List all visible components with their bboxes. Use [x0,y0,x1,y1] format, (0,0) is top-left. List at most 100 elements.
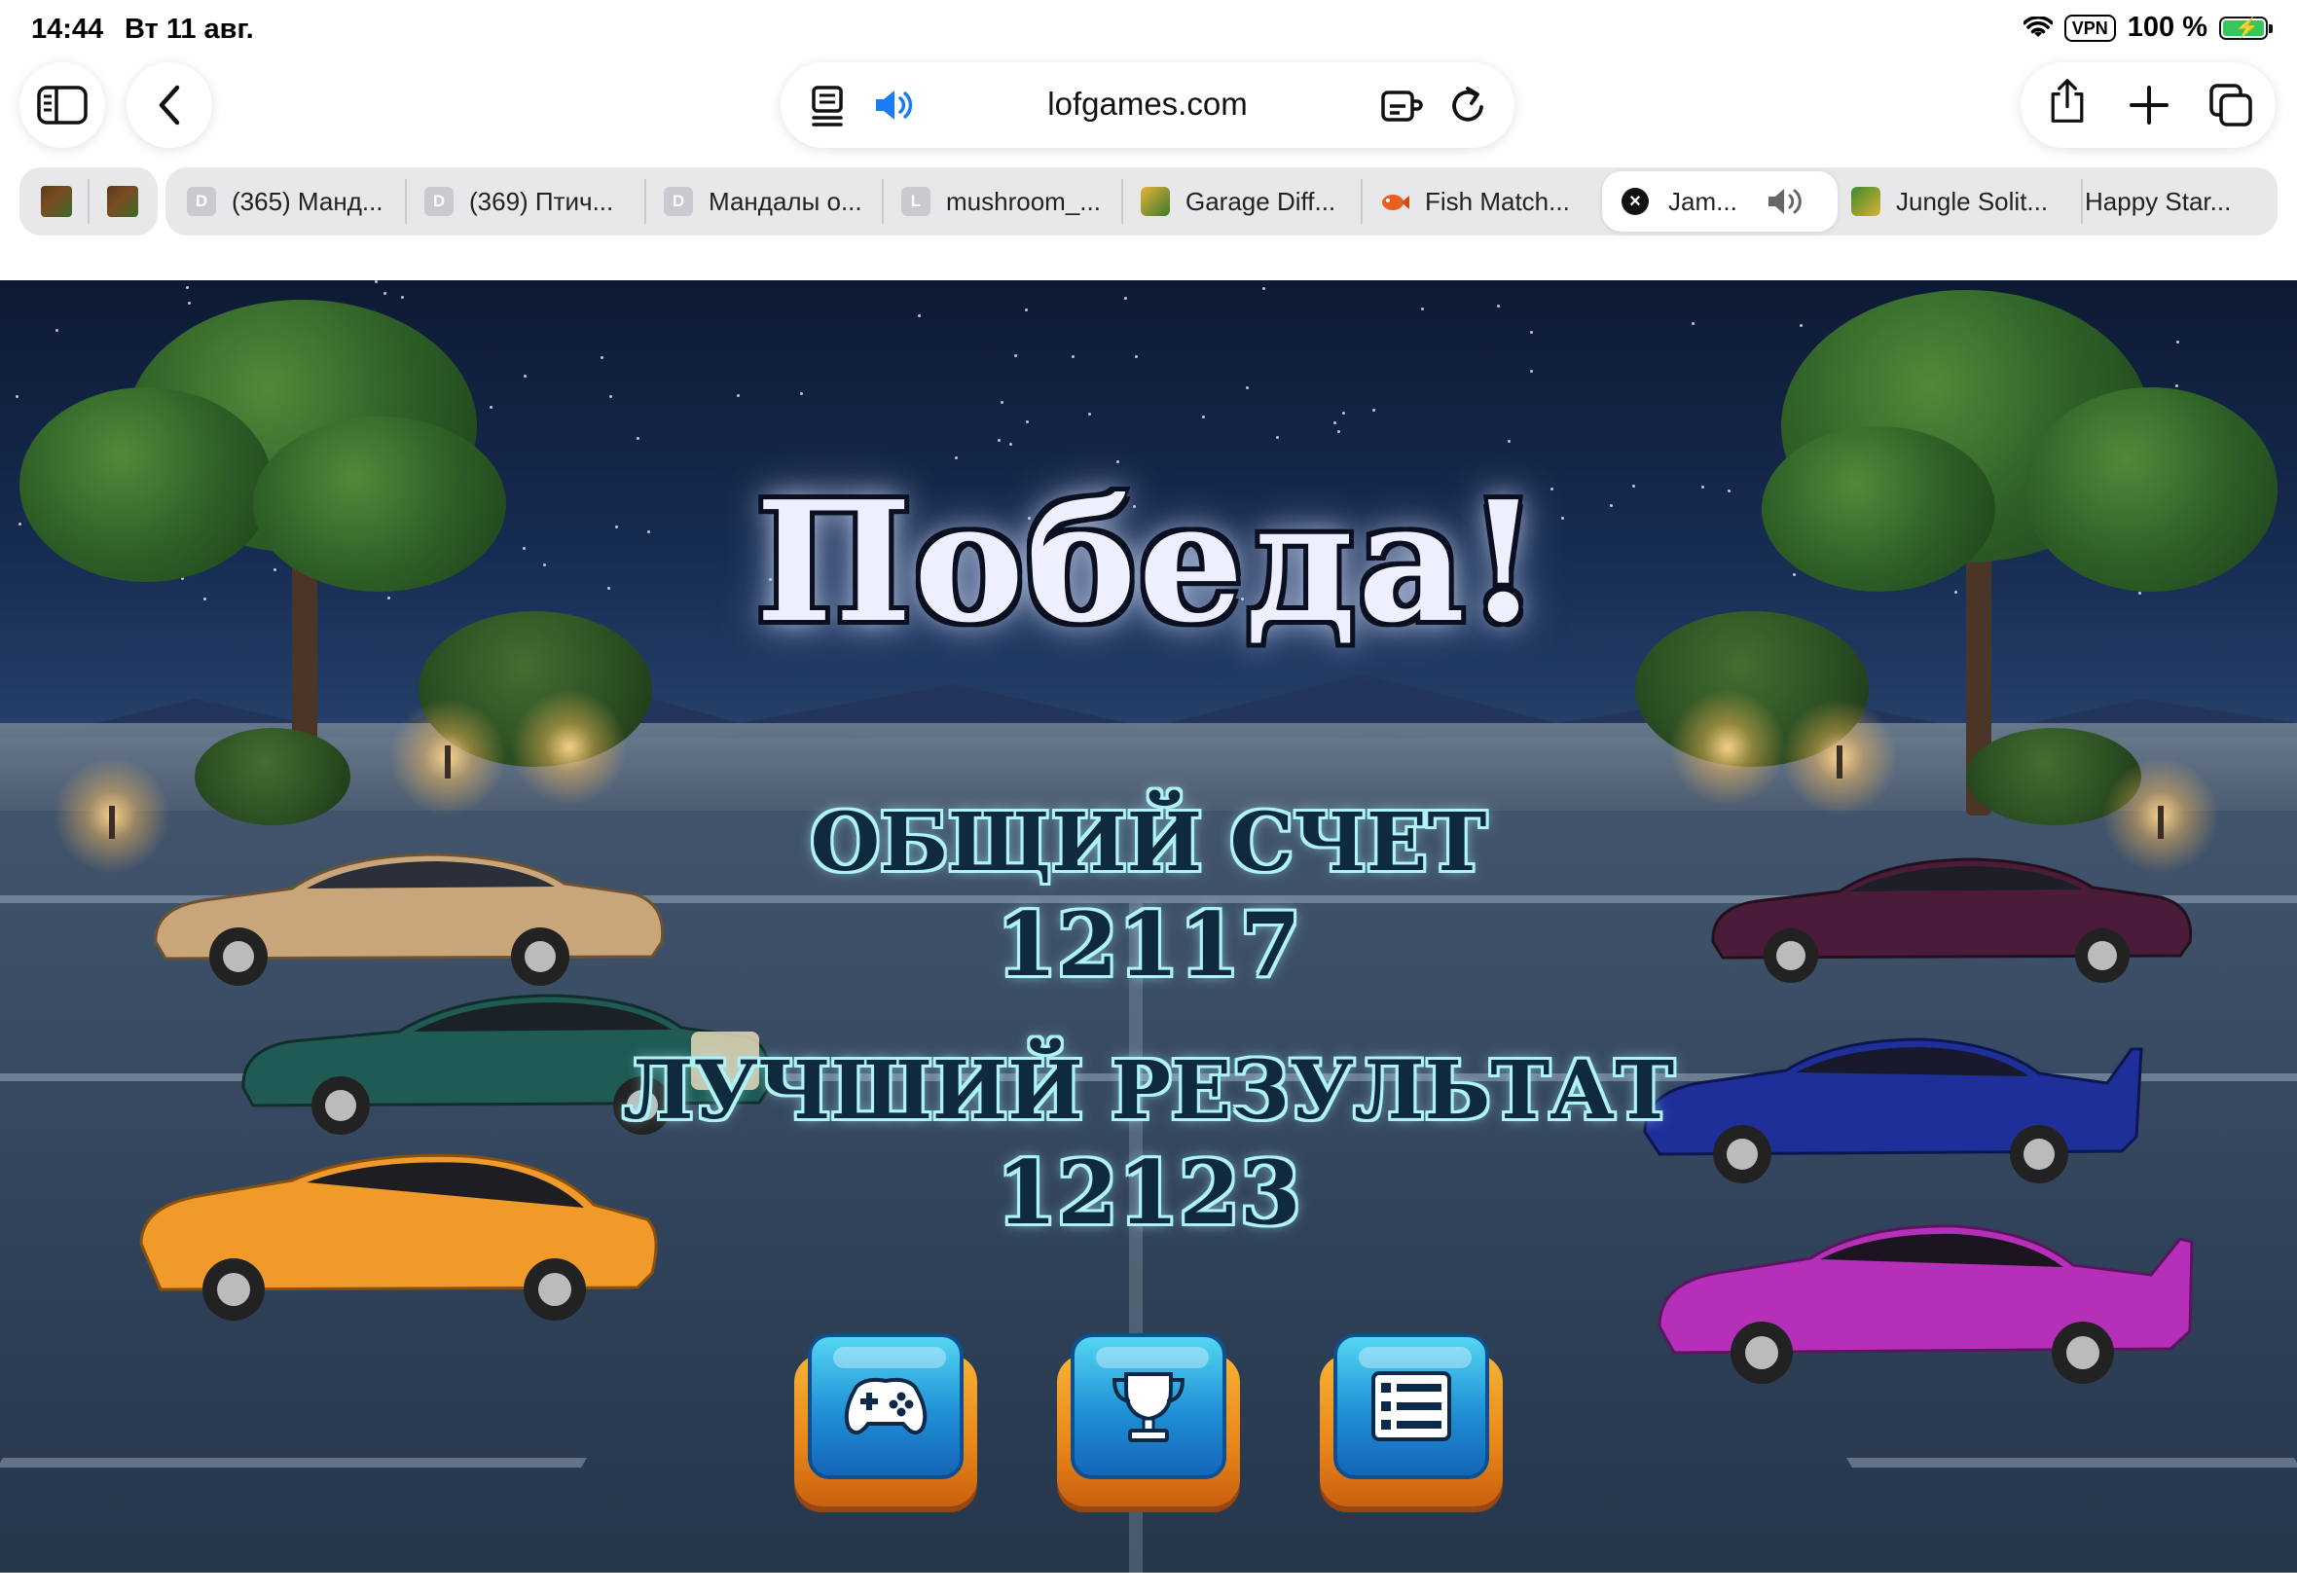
tab-1[interactable]: D (365) Манд... [187,167,401,236]
pinned-tab-1-icon[interactable] [41,186,72,217]
tab-2[interactable]: D (369) Птич... [424,167,638,236]
star [1342,412,1345,415]
star [800,392,803,395]
chevron-left-icon [159,85,180,126]
sidebar-icon [37,86,88,125]
star [737,394,740,397]
tab-label: Fish Match... [1425,186,1570,216]
star [1333,421,1336,424]
star [1014,354,1017,357]
star [998,439,1001,442]
star [524,375,527,378]
wifi-icon [2023,16,2053,37]
game-canvas[interactable]: Победа! ОБЩИЙ СЧЕТ 12117 ЛУЧШИЙ РЕЗУЛЬТА… [0,280,2297,1573]
close-tab-icon[interactable]: × [1622,188,1649,215]
tab-favicon-icon: D [664,187,693,216]
star [383,292,386,295]
toolbar-right-group [2021,62,2276,148]
star [1025,308,1028,311]
star [186,286,189,289]
victory-title: Победа! [755,465,1542,660]
tab-label: Jungle Solit... [1896,186,2049,216]
star [1276,436,1279,439]
star [375,280,378,283]
star [1800,324,1803,327]
status-date: Вт 11 авг. [125,14,254,45]
star [1246,386,1249,389]
extension-icon[interactable] [1378,82,1425,128]
tab-favicon-icon: L [901,187,930,216]
star [1072,355,1075,358]
address-bar[interactable]: lofgames.com [781,62,1514,148]
best-score-value: 12123 [996,1142,1301,1245]
tab-4[interactable]: L mushroom_... [901,167,1115,236]
star [1530,370,1533,373]
star [1009,443,1012,446]
star [1202,416,1205,418]
tab-strip: D (365) Манд... D (369) Птич... D Мандал… [165,167,2278,236]
jungle-favicon-icon [1851,187,1880,216]
star [2176,341,2179,344]
status-time: 14:44 [31,14,104,45]
reload-icon[interactable] [1444,82,1491,128]
star [1116,460,1119,463]
tab-5[interactable]: Garage Diff... [1141,167,1355,236]
play-again-button[interactable] [794,1333,977,1506]
star [1530,331,1533,334]
star [490,406,492,409]
garage-favicon-icon [1141,187,1170,216]
status-right: VPN 100 % ⚡ [2023,12,2273,44]
tab-label: Happy Star... [2085,186,2232,216]
pinned-tab-2-icon[interactable] [107,186,138,217]
menu-button[interactable] [1320,1333,1503,1506]
pinned-tabs [19,167,158,236]
share-icon[interactable] [2044,78,2091,125]
star [1135,355,1138,358]
tab-active[interactable]: × Jam... [1602,171,1838,232]
tab-audio-icon[interactable] [1766,185,1808,218]
tab-label: Мандалы о... [709,186,862,216]
star [1088,413,1091,416]
tab-label: mushroom_... [946,186,1101,216]
star [188,302,191,305]
total-score-label: ОБЩИЙ СЧЕТ [810,796,1487,889]
trophy-icon [1112,1372,1185,1442]
star [401,296,404,299]
tab-6[interactable]: Fish Match... [1380,167,1594,236]
vpn-badge: VPN [2063,14,2116,42]
star [609,395,612,398]
gamepad-icon [844,1377,928,1435]
menu-list-icon [1371,1371,1451,1441]
tab-favicon-icon: D [424,187,454,216]
tab-favicon-icon: D [187,187,216,216]
star [1372,409,1375,412]
battery-charging-icon: ⚡ [2219,16,2273,40]
star [637,437,639,440]
star [1692,322,1695,325]
tab-8[interactable]: Jungle Solit... [1851,167,2093,236]
star [1026,420,1029,423]
total-score-value: 12117 [996,893,1301,997]
tabs-overview-icon[interactable] [2207,82,2254,128]
star [1001,401,1003,404]
star [1337,430,1340,433]
star [1508,440,1511,443]
tab-label: (365) Манд... [232,186,383,216]
tab-9[interactable]: Happy Star... [2085,167,2270,236]
star [1421,308,1424,310]
star [955,456,958,459]
star [55,329,58,332]
leaderboard-button[interactable] [1057,1333,1240,1506]
sidebar-button[interactable] [19,62,105,148]
new-tab-icon[interactable] [2126,82,2172,128]
tab-label: Jam... [1668,187,1737,216]
tab-3[interactable]: D Мандалы о... [664,167,878,236]
best-score-label: ЛУЧШИЙ РЕЗУЛЬТАТ [622,1044,1675,1138]
tab-label: Garage Diff... [1185,186,1336,216]
star [2175,384,2178,387]
star [1124,297,1127,300]
tab-label: (369) Птич... [469,186,614,216]
star [918,314,921,317]
star [1497,305,1500,308]
back-button[interactable] [127,62,212,148]
